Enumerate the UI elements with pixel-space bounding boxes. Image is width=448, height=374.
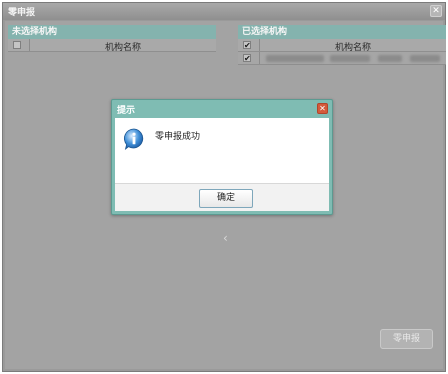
- select-all-selected-checkbox[interactable]: ✔: [243, 41, 251, 50]
- ok-button[interactable]: 确定: [199, 189, 253, 208]
- dialog-message: 零申报成功: [155, 132, 201, 142]
- selected-grid-header: ✔ 机构名称: [238, 39, 446, 53]
- info-icon: [124, 128, 144, 150]
- row-checkbox[interactable]: ✔: [243, 54, 251, 63]
- move-left-arrow-icon[interactable]: ‹: [223, 231, 228, 245]
- zero-report-submit-button[interactable]: 零申报: [380, 329, 433, 349]
- redacted-org-name: [410, 55, 440, 62]
- dialog-content: 零申报成功: [115, 118, 329, 183]
- column-divider: [259, 52, 260, 64]
- org-name-column-header[interactable]: 机构名称: [30, 40, 216, 53]
- window-close-icon[interactable]: ✕: [430, 5, 442, 17]
- unselected-grid-header: 机构名称: [8, 39, 216, 53]
- redacted-org-name: [378, 55, 402, 62]
- dialog-titlebar: 提示 ✕: [112, 100, 332, 117]
- unselected-panel-header: 未选择机构: [8, 25, 216, 39]
- dialog-title: 提示: [117, 106, 136, 116]
- window-title: 零申报: [8, 8, 36, 18]
- redacted-org-name: [330, 55, 370, 62]
- table-row[interactable]: ✔: [238, 52, 446, 65]
- unselected-org-panel: 未选择机构 机构名称: [8, 25, 216, 53]
- alert-dialog: 提示 ✕ 零申报成功 确定: [111, 99, 333, 215]
- selected-panel-header: 已选择机构: [238, 25, 446, 39]
- dialog-close-icon[interactable]: ✕: [317, 103, 328, 114]
- window-titlebar: 零申报 ✕: [3, 3, 445, 20]
- dialog-footer: 确定: [115, 183, 329, 211]
- selected-org-panel: 已选择机构 ✔ 机构名称 ✔: [238, 25, 446, 65]
- select-all-unselected-checkbox[interactable]: [13, 41, 21, 49]
- redacted-org-name: [266, 55, 324, 62]
